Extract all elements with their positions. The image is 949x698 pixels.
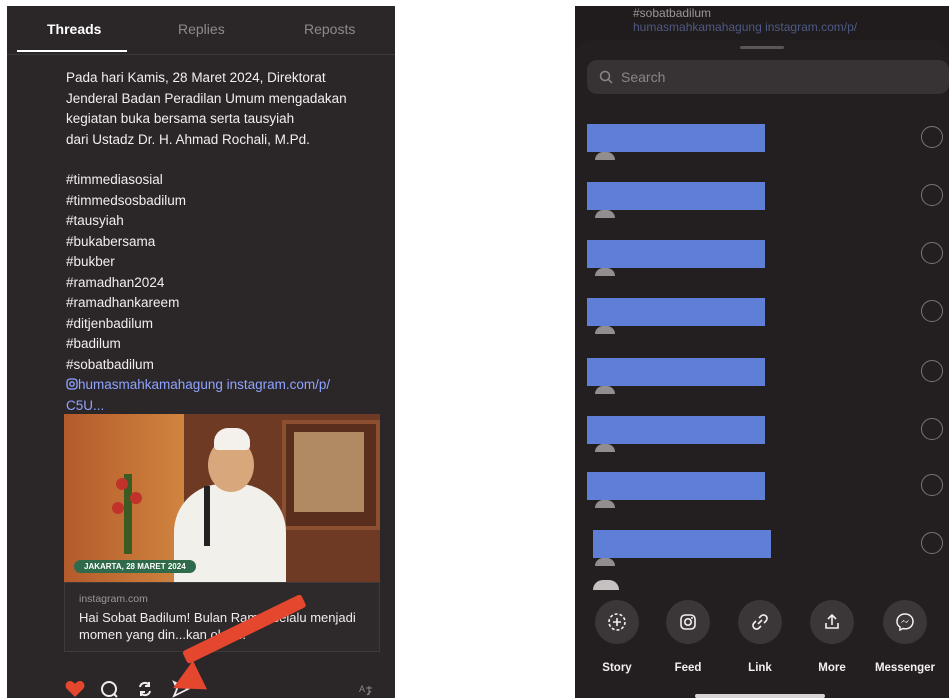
redacted-contact-name <box>587 298 765 326</box>
hashtag[interactable]: #ramadhan2024 <box>66 273 366 294</box>
copy-link-button[interactable]: Link <box>724 600 796 674</box>
microphone <box>204 486 210 546</box>
post-line: Pada hari Kamis, 28 Maret 2024, Direktor… <box>66 70 326 85</box>
contact-avatar <box>595 152 615 160</box>
contact-row[interactable] <box>575 118 949 160</box>
hashtag[interactable]: #badilum <box>66 334 366 355</box>
contact-avatar <box>595 386 615 394</box>
search-placeholder: Search <box>621 69 666 85</box>
contact-row[interactable] <box>575 352 949 394</box>
post-line: Jenderal Badan Peradilan Umum mengadakan <box>66 90 347 106</box>
share-messenger-label: Messenger <box>874 662 936 674</box>
instagram-icon <box>680 614 696 630</box>
contact-row[interactable] <box>575 524 949 566</box>
tab-replies[interactable]: Replies <box>178 21 225 37</box>
threads-profile-panel: Threads Replies Reposts Pada hari Kamis,… <box>7 6 395 698</box>
contact-avatar <box>593 580 619 590</box>
tab-reposts[interactable]: Reposts <box>304 21 355 37</box>
hashtag[interactable]: #timmedsosbadilum <box>66 191 366 212</box>
select-radio[interactable] <box>921 126 943 148</box>
background-post-peek: #sobatbadilum humasmahkamahagung instagr… <box>633 6 857 34</box>
hashtag[interactable]: #bukabersama <box>66 232 366 253</box>
post-image[interactable]: JAKARTA, 28 MARET 2024 <box>64 414 380 582</box>
profile-tabs: Threads Replies Reposts <box>7 6 395 55</box>
share-more-button[interactable]: More <box>796 600 868 674</box>
search-icon <box>599 70 613 84</box>
link-icon <box>752 614 768 630</box>
contact-avatar <box>595 500 615 508</box>
instagram-link[interactable]: humasmahkamahagung instagram.com/p/ <box>66 375 366 396</box>
redacted-contact-name <box>593 530 771 558</box>
share-story-label: Story <box>602 662 632 674</box>
select-radio[interactable] <box>921 184 943 206</box>
hashtag[interactable]: #tausyiah <box>66 211 366 232</box>
select-radio[interactable] <box>921 300 943 322</box>
share-messenger-button[interactable]: Messenger <box>869 600 941 674</box>
hashtag[interactable]: #bukber <box>66 252 366 273</box>
contact-row[interactable] <box>575 292 949 334</box>
tab-threads[interactable]: Threads <box>47 21 101 37</box>
post-text: Pada hari Kamis, 28 Maret 2024, Direktor… <box>66 68 366 416</box>
search-input[interactable]: Search <box>587 60 949 94</box>
link-domain: instagram.com <box>79 593 148 605</box>
select-radio[interactable] <box>921 474 943 496</box>
redacted-contact-name <box>587 240 765 268</box>
comment-icon <box>101 681 118 698</box>
peek-link: humasmahkamahagung instagram.com/p/ <box>633 20 858 34</box>
post-actions <box>64 678 384 698</box>
like-button[interactable] <box>64 678 86 698</box>
instagram-icon <box>66 378 78 390</box>
active-tab-indicator <box>17 50 127 52</box>
repost-icon <box>139 681 151 697</box>
drag-handle[interactable] <box>740 46 784 49</box>
translate-icon[interactable]: A <box>359 682 373 698</box>
share-sheet-panel: #sobatbadilum humasmahkamahagung instagr… <box>575 6 949 698</box>
peek-hashtag: #sobatbadilum <box>633 6 712 20</box>
post-line: kegiatan buka bersama serta tausyiah <box>66 111 295 126</box>
reply-button[interactable] <box>98 678 120 698</box>
share-feed-label: Feed <box>674 662 702 674</box>
redacted-contact-name <box>587 358 765 386</box>
home-indicator <box>695 694 825 698</box>
select-radio[interactable] <box>921 532 943 554</box>
story-add-icon <box>608 613 626 631</box>
repost-button[interactable] <box>134 678 156 698</box>
share-feed-button[interactable]: Feed <box>652 600 724 674</box>
hashtag[interactable]: #ditjenbadilum <box>66 314 366 335</box>
svg-text:A: A <box>359 684 365 694</box>
wall-frame <box>282 420 380 530</box>
contact-avatar <box>595 444 615 452</box>
copy-link-label: Link <box>748 662 772 674</box>
contact-row[interactable] <box>575 466 949 508</box>
contact-row[interactable] <box>575 410 949 452</box>
select-radio[interactable] <box>921 418 943 440</box>
hashtag[interactable]: #sobatbadilum <box>66 355 366 376</box>
redacted-contact-name <box>587 124 765 152</box>
share-story-button[interactable]: Story <box>581 600 653 674</box>
share-options-bar: Story Feed Link More Messenger <box>575 600 949 698</box>
instagram-link-text: humasmahkamahagung instagram.com/p/ <box>78 377 331 392</box>
contact-avatar <box>595 326 615 334</box>
hashtag[interactable]: #ramadhankareem <box>66 293 366 314</box>
share-upload-icon <box>825 613 839 629</box>
redacted-contact-name <box>587 416 765 444</box>
redacted-contact-name <box>587 472 765 500</box>
contact-avatar <box>595 268 615 276</box>
share-more-label: More <box>818 662 846 674</box>
messenger-icon <box>896 613 914 632</box>
select-radio[interactable] <box>921 360 943 382</box>
redacted-contact-name <box>587 182 765 210</box>
contact-row[interactable] <box>575 234 949 276</box>
contact-row[interactable] <box>575 176 949 218</box>
location-date-badge: JAKARTA, 28 MARET 2024 <box>74 560 196 573</box>
heart-icon <box>65 681 85 697</box>
instagram-link-continued[interactable]: C5U... <box>66 396 366 417</box>
hashtag[interactable]: #timmediasosial <box>66 170 366 191</box>
post-line: dari Ustadz Dr. H. Ahmad Rochali, M.Pd. <box>66 131 310 147</box>
select-radio[interactable] <box>921 242 943 264</box>
contact-avatar <box>595 210 615 218</box>
contact-avatar <box>595 558 615 566</box>
